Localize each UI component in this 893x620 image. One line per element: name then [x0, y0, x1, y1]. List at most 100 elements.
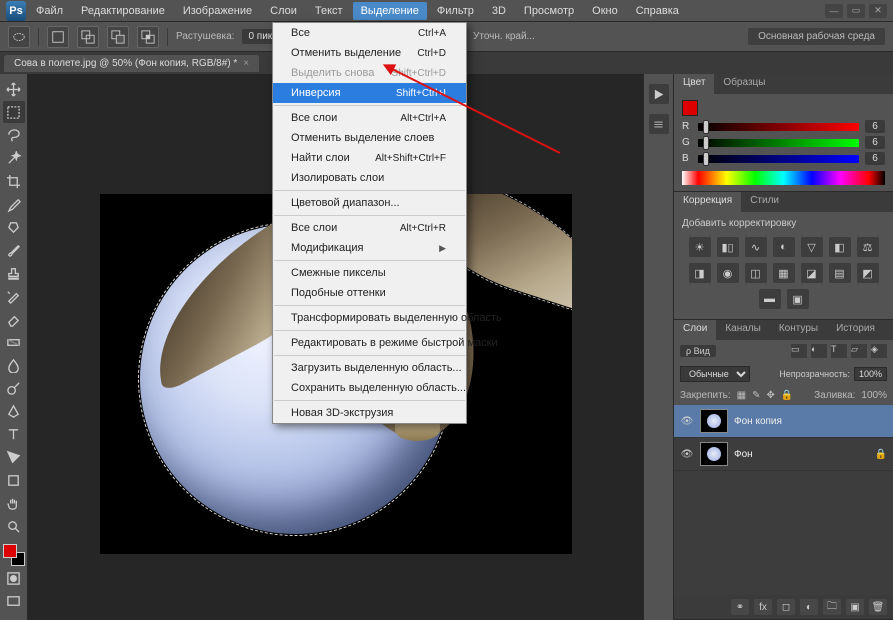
- stamp-tool-icon[interactable]: [3, 262, 25, 284]
- document-tab[interactable]: Сова в полете.jpg @ 50% (Фон копия, RGB/…: [4, 55, 259, 72]
- link-layers-icon[interactable]: ⚭: [731, 599, 749, 615]
- zoom-tool-icon[interactable]: [3, 515, 25, 537]
- new-layer-icon[interactable]: ▣: [846, 599, 864, 615]
- slider-r[interactable]: R 6: [682, 120, 885, 133]
- sel-intersect-icon[interactable]: [137, 26, 159, 48]
- tab-corrections[interactable]: Коррекция: [674, 192, 741, 212]
- adj-lookup-icon[interactable]: ▦: [773, 263, 795, 283]
- adj-levels-icon[interactable]: ▮▯: [717, 237, 739, 257]
- sel-new-icon[interactable]: [47, 26, 69, 48]
- adj-brightness-icon[interactable]: ☀: [689, 237, 711, 257]
- menu-item[interactable]: Редактировать в режиме быстрой маски: [273, 333, 466, 353]
- filter-type-icon[interactable]: T: [831, 344, 847, 358]
- group-icon[interactable]: 🗀: [823, 599, 841, 615]
- menu-item[interactable]: Цветовой диапазон...: [273, 193, 466, 213]
- menu-item[interactable]: ВсеCtrl+A: [273, 23, 466, 43]
- current-color-swatch[interactable]: [682, 100, 698, 116]
- fill-input[interactable]: 100%: [861, 390, 887, 401]
- refine-edge-button[interactable]: Уточн. край...: [473, 31, 535, 42]
- close-icon[interactable]: ×: [243, 58, 249, 69]
- sel-sub-icon[interactable]: [107, 26, 129, 48]
- eraser-tool-icon[interactable]: [3, 308, 25, 330]
- adj-gradient-icon[interactable]: ▬: [759, 289, 781, 309]
- menu-file[interactable]: Файл: [28, 2, 71, 20]
- move-tool-icon[interactable]: [3, 78, 25, 100]
- adj-curves-icon[interactable]: ∿: [745, 237, 767, 257]
- heal-tool-icon[interactable]: [3, 216, 25, 238]
- play-icon[interactable]: [649, 84, 669, 104]
- history-brush-icon[interactable]: [3, 285, 25, 307]
- menu-layers[interactable]: Слои: [262, 2, 305, 20]
- menu-item[interactable]: Найти слоиAlt+Shift+Ctrl+F: [273, 148, 466, 168]
- pen-tool-icon[interactable]: [3, 400, 25, 422]
- filter-img-icon[interactable]: ▭: [791, 344, 807, 358]
- tab-channels[interactable]: Каналы: [716, 320, 770, 340]
- marquee-tool-icon[interactable]: [3, 101, 25, 123]
- menu-item[interactable]: Новая 3D-экструзия: [273, 403, 466, 423]
- filter-smart-icon[interactable]: ◈: [871, 344, 887, 358]
- layer-name[interactable]: Фон копия: [734, 416, 782, 427]
- fx-icon[interactable]: fx: [754, 599, 772, 615]
- eyedropper-tool-icon[interactable]: [3, 193, 25, 215]
- menu-item[interactable]: Изолировать слои: [273, 168, 466, 188]
- current-tool-icon[interactable]: [8, 26, 30, 48]
- layer-filter[interactable]: ρ Вид: [680, 345, 716, 357]
- menu-item[interactable]: Трансформировать выделенную область: [273, 308, 466, 328]
- menu-item[interactable]: ИнверсияShift+Ctrl+I: [273, 83, 466, 103]
- tab-paths[interactable]: Контуры: [770, 320, 827, 340]
- visibility-icon[interactable]: 👁: [680, 414, 694, 428]
- lasso-tool-icon[interactable]: [3, 124, 25, 146]
- blend-mode-select[interactable]: Обычные: [680, 366, 750, 382]
- menu-item[interactable]: Сохранить выделенную область...: [273, 378, 466, 398]
- tab-color[interactable]: Цвет: [674, 74, 714, 94]
- select-menu-dropdown[interactable]: ВсеCtrl+AОтменить выделениеCtrl+DВыделит…: [272, 22, 467, 424]
- trash-icon[interactable]: 🗑: [869, 599, 887, 615]
- properties-icon[interactable]: [649, 114, 669, 134]
- menu-item[interactable]: Отменить выделение слоев: [273, 128, 466, 148]
- sel-add-icon[interactable]: [77, 26, 99, 48]
- adj-vibrance-icon[interactable]: ▽: [801, 237, 823, 257]
- blur-tool-icon[interactable]: [3, 354, 25, 376]
- adj-balance-icon[interactable]: ⚖: [857, 237, 879, 257]
- layer-row[interactable]: 👁 Фон копия: [674, 405, 893, 438]
- tab-layers[interactable]: Слои: [674, 320, 716, 340]
- quickmask-icon[interactable]: [3, 567, 25, 589]
- tab-styles[interactable]: Стили: [741, 192, 788, 212]
- menu-item[interactable]: Все слоиAlt+Ctrl+R: [273, 218, 466, 238]
- adj-photo-icon[interactable]: ◉: [717, 263, 739, 283]
- wand-tool-icon[interactable]: [3, 147, 25, 169]
- path-tool-icon[interactable]: [3, 446, 25, 468]
- shape-tool-icon[interactable]: [3, 469, 25, 491]
- adj-poster-icon[interactable]: ▤: [829, 263, 851, 283]
- gradient-tool-icon[interactable]: [3, 331, 25, 353]
- opacity-input[interactable]: 100%: [854, 367, 887, 381]
- filter-shape-icon[interactable]: ▱: [851, 344, 867, 358]
- lock-pos-icon[interactable]: ✥: [767, 390, 775, 401]
- lock-paint-icon[interactable]: ✎: [752, 390, 760, 401]
- screenmode-icon[interactable]: [3, 590, 25, 612]
- brush-tool-icon[interactable]: [3, 239, 25, 261]
- lock-trans-icon[interactable]: ▦: [737, 390, 746, 401]
- adj-threshold-icon[interactable]: ◩: [857, 263, 879, 283]
- lock-all-icon[interactable]: 🔒: [781, 390, 793, 401]
- mask-icon[interactable]: ◻: [777, 599, 795, 615]
- adj-invert-icon[interactable]: ◪: [801, 263, 823, 283]
- adj-hue-icon[interactable]: ◧: [829, 237, 851, 257]
- menu-item[interactable]: Все слоиAlt+Ctrl+A: [273, 108, 466, 128]
- visibility-icon[interactable]: 👁: [680, 447, 694, 461]
- win-close[interactable]: ✕: [869, 4, 887, 18]
- win-maximize[interactable]: ▭: [847, 4, 865, 18]
- menu-window[interactable]: Окно: [584, 2, 626, 20]
- slider-b[interactable]: B 6: [682, 152, 885, 165]
- tab-history[interactable]: История: [827, 320, 884, 340]
- menu-3d[interactable]: 3D: [484, 2, 514, 20]
- menu-filter[interactable]: Фильтр: [429, 2, 482, 20]
- menu-item[interactable]: Загрузить выделенную область...: [273, 358, 466, 378]
- workspace-switcher[interactable]: Основная рабочая среда: [748, 28, 885, 45]
- menu-edit[interactable]: Редактирование: [73, 2, 173, 20]
- layer-row[interactable]: 👁 Фон 🔒: [674, 438, 893, 471]
- menu-help[interactable]: Справка: [628, 2, 687, 20]
- dodge-tool-icon[interactable]: [3, 377, 25, 399]
- adj-bw-icon[interactable]: ◨: [689, 263, 711, 283]
- spectrum-bar[interactable]: [682, 171, 885, 185]
